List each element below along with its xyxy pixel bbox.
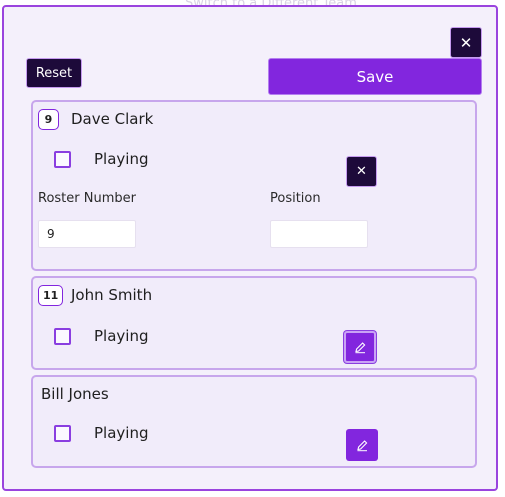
- position-input[interactable]: [270, 220, 368, 248]
- playing-checkbox[interactable]: [54, 425, 71, 442]
- edit-player-button[interactable]: [346, 429, 378, 461]
- player-name: Bill Jones: [41, 385, 109, 403]
- player-name: Dave Clark: [71, 110, 154, 128]
- pencil-icon: [356, 439, 367, 451]
- roster-number-label: Roster Number: [38, 191, 136, 206]
- roster-number-badge: 11: [38, 285, 64, 306]
- playing-checkbox[interactable]: [54, 151, 71, 168]
- save-button[interactable]: Save: [268, 58, 482, 95]
- player-card-john-smith: 11 John Smith Playing: [31, 276, 477, 370]
- edit-roster-modal: ✕ Reset Save 9 Dave Clark Playing ✕ Rost…: [2, 5, 498, 491]
- player-card-dave-clark: 9 Dave Clark Playing ✕ Roster Number Pos…: [31, 100, 477, 271]
- playing-label: Playing: [94, 424, 149, 442]
- playing-checkbox[interactable]: [54, 328, 71, 345]
- roster-number-input[interactable]: [38, 220, 136, 248]
- playing-label: Playing: [94, 150, 149, 168]
- position-label: Position: [270, 191, 321, 206]
- pencil-icon: [354, 341, 365, 353]
- reset-button[interactable]: Reset: [26, 58, 82, 88]
- edit-player-button[interactable]: [344, 331, 376, 363]
- playing-label: Playing: [94, 327, 149, 345]
- close-icon: ✕: [459, 33, 473, 52]
- close-edit-button[interactable]: ✕: [346, 156, 377, 187]
- close-icon: ✕: [356, 164, 367, 179]
- close-modal-button[interactable]: ✕: [450, 27, 482, 58]
- roster-number-badge: 9: [38, 109, 59, 130]
- player-card-bill-jones: Bill Jones Playing: [31, 375, 477, 468]
- player-name: John Smith: [71, 286, 153, 304]
